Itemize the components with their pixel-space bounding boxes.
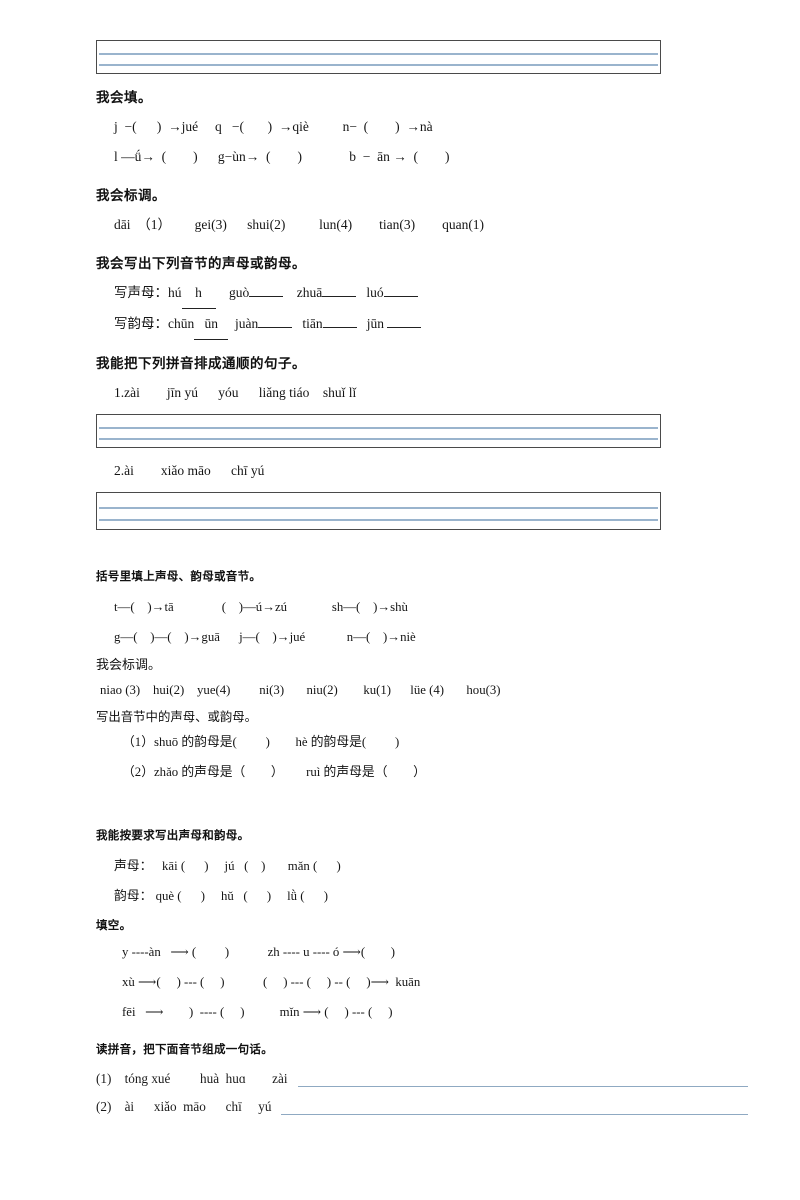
question-2[interactable]: （2）zhǎo 的声母是（ ） ruì 的声母是（ ）: [96, 757, 786, 787]
bracket-row-2[interactable]: g—( )—( )→guā j—( )→jué n—( )→niè: [96, 622, 786, 652]
fill-row-2[interactable]: l —ǘ→ ( ) g−ùn→ ( ) b − ān → ( ): [96, 142, 786, 172]
compose-row-2-number: (2): [96, 1099, 112, 1114]
tone-row-2[interactable]: niao (3) hui(2) yue(4) ni(3) niu(2) ku(1…: [96, 675, 786, 705]
answer-box-top[interactable]: [96, 40, 661, 74]
compose-row-1-number: (1): [96, 1071, 112, 1086]
heading-write-initials-finals: 我会写出下列音节的声母或韵母。: [96, 256, 306, 272]
heading-write-as-required: 我能按要求写出声母和韵母。: [96, 828, 250, 842]
sentence-scramble-1: 1.zài jīn yú yóu liǎng tiáo shuǐ lǐ: [114, 385, 357, 400]
syllable-juan: juàn: [235, 316, 259, 331]
tone-row-1[interactable]: dāi （1） gei(3) shui(2) lun(4) tian(3) qu…: [96, 210, 786, 240]
answer-blank-guo[interactable]: [249, 296, 284, 297]
heading-sentence-order: 我能把下列拼音排成通顺的句子。: [96, 356, 306, 372]
syllable-luo: luó: [366, 285, 384, 300]
compose-row-2-pinyin: ài xiǎo māo chī yú: [124, 1099, 272, 1114]
heading-tiankong: 填空。: [96, 918, 132, 932]
syllable-tian: tiān: [302, 316, 323, 331]
sentence-scramble-2: 2.ài xiǎo māo chī yú: [114, 463, 265, 478]
rule-line: [99, 507, 658, 509]
write-initials-label: 写声母：: [114, 285, 168, 300]
rule-line: [99, 519, 658, 521]
answer-box-sentence-1[interactable]: [96, 414, 661, 448]
write-initials-row[interactable]: 写声母：hú h guò zhuā luó: [96, 278, 786, 309]
fill-row-1[interactable]: j −( ) →jué q −( ) →qiè n− ( ) →nà: [96, 112, 786, 142]
heading-wo-hui-tian: 我会填。: [96, 90, 152, 106]
answer-blank-chun[interactable]: ūn: [194, 309, 229, 340]
syllable-jun: jūn: [366, 316, 385, 331]
write-finals-row[interactable]: 写韵母：chūn ūn juàn tiān jūn: [96, 309, 786, 340]
answer-blank-luo[interactable]: [383, 296, 418, 297]
write-finals-label: 写韵母：: [114, 316, 168, 331]
rule-line: [99, 427, 658, 429]
answer-blank-tian[interactable]: [322, 327, 357, 328]
compose-row-1[interactable]: (1) tóng xué huà huɑ zài: [96, 1065, 756, 1093]
answer-blank-juan[interactable]: [258, 327, 293, 328]
question-1[interactable]: （1）shuō 的韵母是( ) hè 的韵母是( ): [96, 727, 786, 757]
initials-row[interactable]: 声母： kāi ( ) jú ( ) mǎn ( ): [96, 851, 786, 881]
answer-box-sentence-2[interactable]: [96, 492, 661, 530]
compose-row-1-writeline[interactable]: [297, 1072, 748, 1087]
heading-biaodiao-2: 我会标调。: [96, 657, 162, 672]
bracket-row-1[interactable]: t—( )→tā ( )—ú→zú sh—( )→shù: [96, 592, 786, 622]
heading-read-pinyin: 读拼音，把下面音节组成一句话。: [96, 1042, 273, 1056]
blank-row-3[interactable]: fēi ⟶ ) ---- ( ) mǐn ⟶ ( ) --- ( ): [96, 997, 786, 1027]
rule-line: [99, 64, 658, 66]
answer-blank-jun[interactable]: [387, 327, 422, 328]
worksheet-page: 我会填。 j −( ) →jué q −( ) →qiè n− ( ) →nà …: [0, 0, 800, 1200]
syllable-chun: chūn: [168, 316, 195, 331]
finals-row[interactable]: 韵母： què ( ) hǔ ( ) lǜ ( ): [96, 881, 786, 911]
compose-row-2[interactable]: (2) ài xiǎo māo chī yú: [96, 1093, 756, 1121]
compose-row-1-pinyin: tóng xué huà huɑ zài: [124, 1071, 288, 1086]
answer-blank-zhua[interactable]: [322, 296, 357, 297]
syllable-guo: guò: [229, 285, 250, 300]
heading-write-in-syllable: 写出音节中的声母、或韵母。: [96, 710, 258, 724]
syllable-zhua: zhuā: [296, 285, 323, 300]
syllable-hu: hú: [168, 285, 182, 300]
blank-row-1[interactable]: y ----àn ⟶ ( ) zh ---- u ---- ó ⟶( ): [96, 937, 786, 967]
rule-line: [99, 53, 658, 55]
rule-line: [99, 438, 658, 440]
heading-fill-brackets: 括号里填上声母、韵母或音节。: [96, 569, 262, 583]
worksheet-content: 我会填。 j −( ) →jué q −( ) →qiè n− ( ) →nà …: [96, 0, 786, 1121]
heading-wo-hui-biaodiao: 我会标调。: [96, 188, 166, 204]
answer-blank-hu[interactable]: h: [181, 278, 216, 309]
compose-row-2-writeline[interactable]: [281, 1100, 748, 1115]
blank-row-2[interactable]: xù ⟶( ) --- ( ) ( ) --- ( ) -- ( )⟶ kuān: [96, 967, 786, 997]
